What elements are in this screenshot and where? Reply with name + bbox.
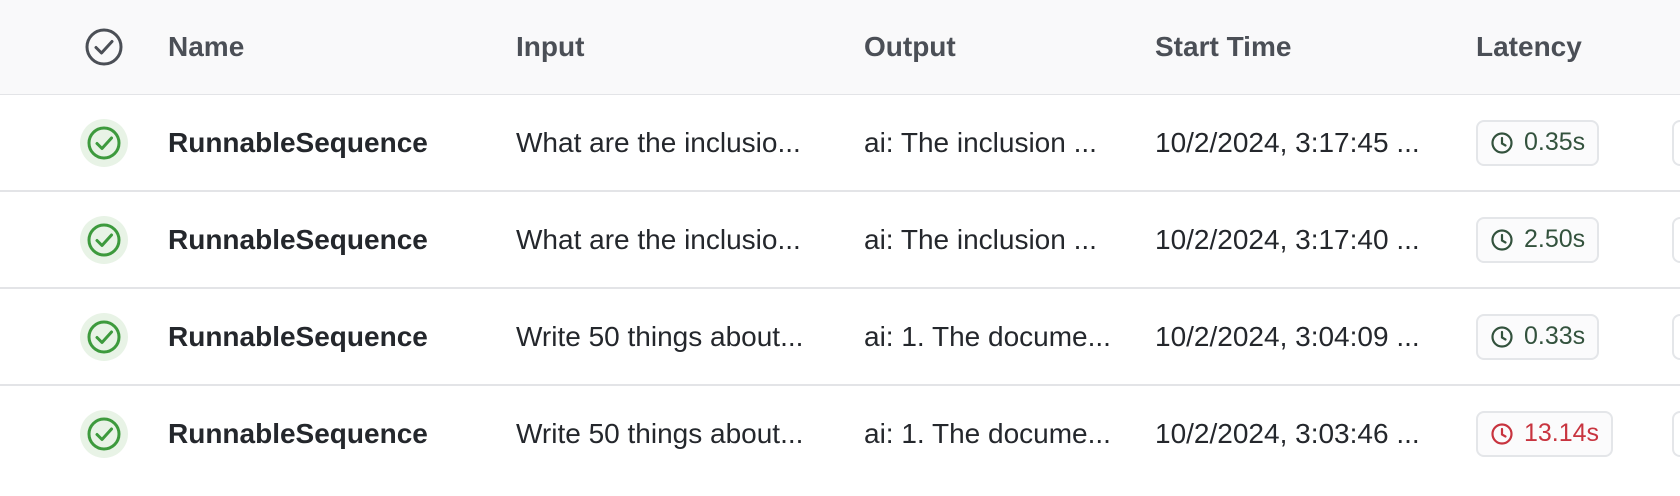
truncated-badge	[1672, 119, 1680, 166]
success-check-icon	[80, 118, 128, 167]
status-cell	[80, 192, 128, 287]
column-header-latency[interactable]: Latency	[1476, 0, 1656, 94]
run-start-time: 10/2/2024, 3:17:45 ...	[1155, 126, 1420, 158]
run-output: ai: 1. The docume...	[864, 320, 1111, 352]
latency-cell: 0.35s	[1476, 95, 1656, 190]
status-cell	[80, 386, 128, 481]
clock-icon	[1491, 228, 1513, 251]
latency-badge: 0.35s	[1476, 119, 1600, 166]
run-name[interactable]: RunnableSequence	[168, 192, 498, 287]
run-input: What are the inclusio...	[516, 126, 801, 158]
latency-value: 0.35s	[1524, 128, 1586, 156]
table-header: Name Input Output Start Time Latency	[0, 0, 1680, 95]
run-start-time: 10/2/2024, 3:17:40 ...	[1155, 223, 1420, 255]
status-cell	[80, 289, 128, 384]
truncated-cell	[1672, 192, 1680, 287]
run-input: Write 50 things about...	[516, 417, 804, 449]
latency-value: 0.33s	[1524, 322, 1586, 350]
latency-badge: 2.50s	[1476, 216, 1600, 263]
truncated-badge	[1672, 216, 1680, 263]
latency-badge: 13.14s	[1476, 410, 1614, 457]
clock-icon	[1491, 325, 1513, 348]
run-start-time: 10/2/2024, 3:03:46 ...	[1155, 417, 1420, 449]
clock-icon	[1491, 422, 1513, 445]
table-row[interactable]: RunnableSequence Write 50 things about..…	[0, 386, 1680, 481]
column-header-input[interactable]: Input	[516, 0, 836, 94]
latency-value: 13.14s	[1524, 419, 1600, 447]
truncated-cell	[1672, 386, 1680, 481]
run-output: ai: 1. The docume...	[864, 417, 1111, 449]
truncated-cell	[1672, 289, 1680, 384]
latency-cell: 0.33s	[1476, 289, 1656, 384]
column-header-name[interactable]: Name	[168, 0, 498, 94]
column-header-truncated	[1672, 0, 1680, 94]
table-row[interactable]: RunnableSequence What are the inclusio..…	[0, 192, 1680, 289]
run-output: ai: The inclusion ...	[864, 126, 1097, 158]
runs-table: Name Input Output Start Time Latency Run…	[0, 0, 1680, 481]
latency-badge: 0.33s	[1476, 313, 1600, 360]
latency-cell: 2.50s	[1476, 192, 1656, 287]
table-row[interactable]: RunnableSequence What are the inclusio..…	[0, 95, 1680, 192]
run-name[interactable]: RunnableSequence	[168, 289, 498, 384]
run-name[interactable]: RunnableSequence	[168, 95, 498, 190]
success-check-icon	[80, 312, 128, 361]
truncated-badge	[1672, 313, 1680, 360]
run-input: Write 50 things about...	[516, 320, 804, 352]
check-circle-icon[interactable]	[80, 23, 128, 71]
header-status-cell	[80, 0, 128, 94]
latency-value: 2.50s	[1524, 225, 1586, 253]
run-name[interactable]: RunnableSequence	[168, 386, 498, 481]
truncated-badge	[1672, 410, 1680, 457]
truncated-cell	[1672, 95, 1680, 190]
run-start-time: 10/2/2024, 3:04:09 ...	[1155, 320, 1420, 352]
table-row[interactable]: RunnableSequence Write 50 things about..…	[0, 289, 1680, 386]
status-cell	[80, 95, 128, 190]
run-output: ai: The inclusion ...	[864, 223, 1097, 255]
run-input: What are the inclusio...	[516, 223, 801, 255]
column-header-output[interactable]: Output	[864, 0, 1144, 94]
latency-cell: 13.14s	[1476, 386, 1656, 481]
table-body: RunnableSequence What are the inclusio..…	[0, 95, 1680, 481]
column-header-start-time[interactable]: Start Time	[1155, 0, 1455, 94]
clock-icon	[1491, 131, 1513, 154]
success-check-icon	[80, 215, 128, 264]
success-check-icon	[80, 409, 128, 458]
